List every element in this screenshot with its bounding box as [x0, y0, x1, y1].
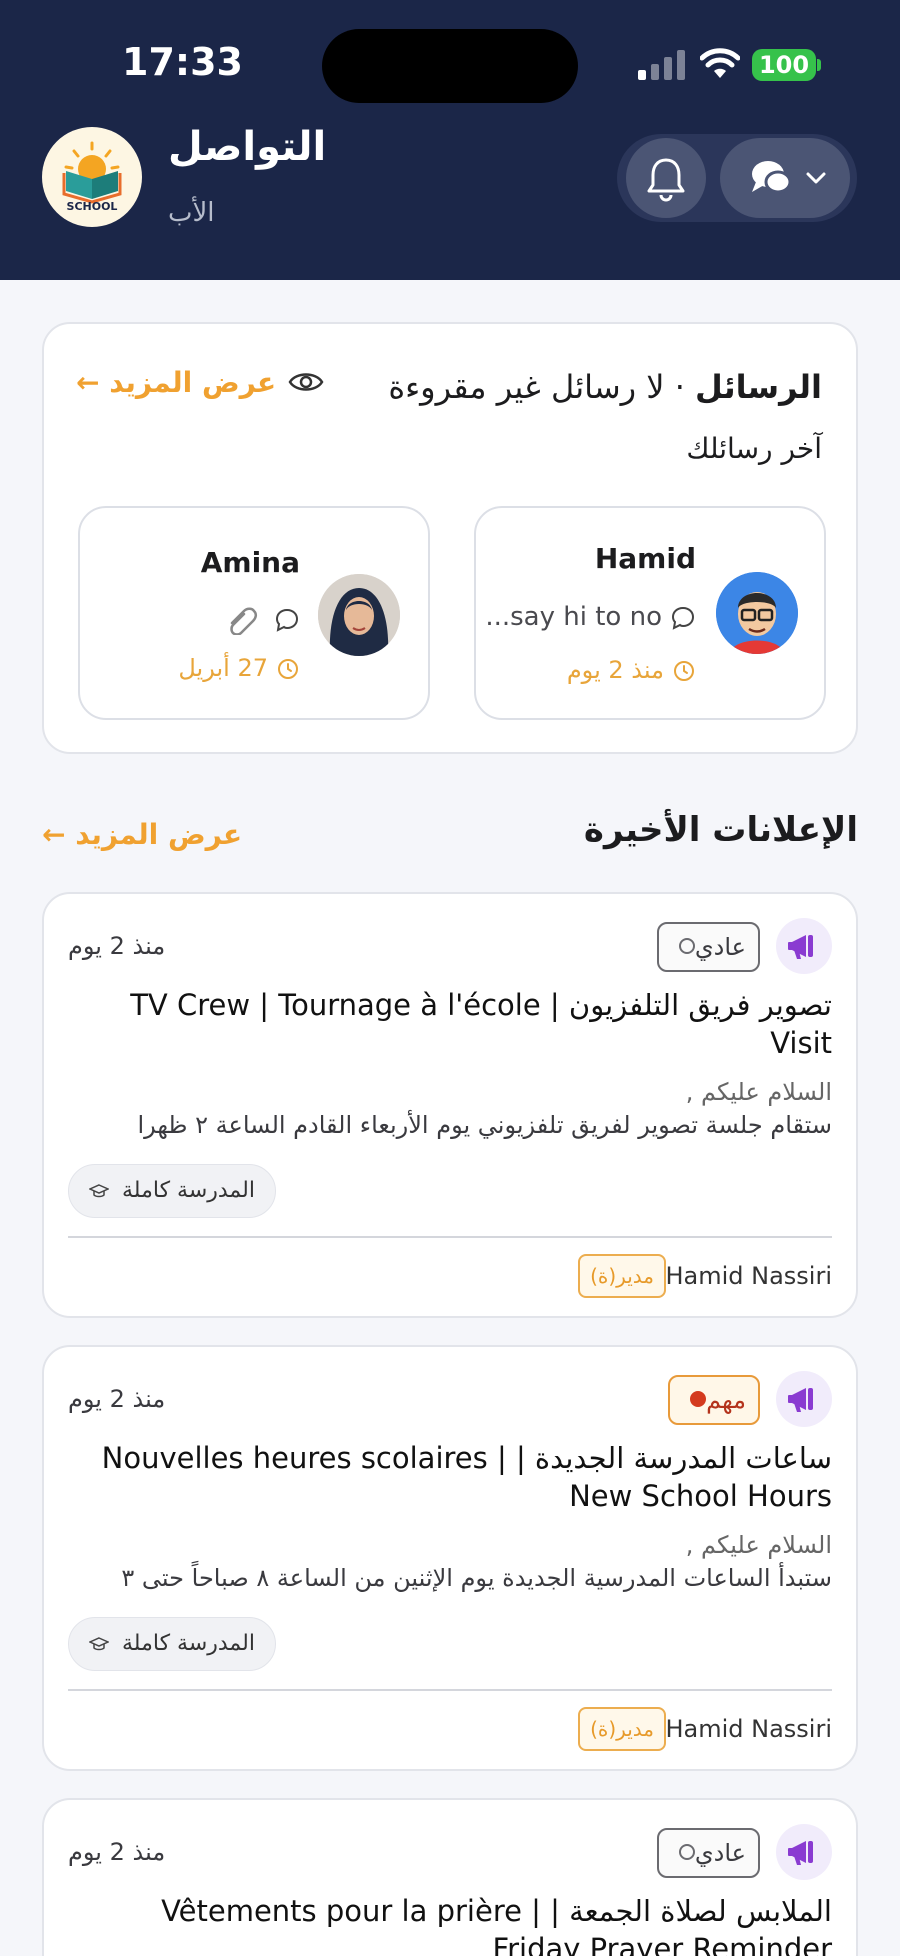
announcement-card[interactable]: عادي منذ 2 يوم الملابس لصلاة الجمعة | | …: [42, 1798, 858, 1956]
audience-tag: المدرسة كاملة: [68, 1617, 276, 1671]
contact-time-row: منذ 2 يوم: [567, 656, 696, 684]
audience-tag: المدرسة كاملة: [68, 1164, 276, 1218]
logo-text: SCHOOL: [66, 200, 118, 213]
contact-preview-row: [226, 604, 300, 636]
see-more-label: عرض المزيد: [109, 366, 277, 399]
hijab-avatar: [318, 574, 400, 656]
contact-time-row: 27 أبريل: [178, 654, 300, 682]
announcement-time: منذ 2 يوم: [68, 1385, 166, 1413]
chat-menu-button[interactable]: [720, 138, 850, 218]
cellular-signal-icon: [638, 50, 685, 80]
announcements-title: الإعلانات الأخيرة: [583, 810, 858, 850]
chat-bubbles-icon: [752, 161, 826, 194]
announcement-title: تصوير فريق التلفزيون | TV Crew | Tournag…: [130, 988, 832, 1060]
message-preview: say hi to no...: [485, 602, 662, 632]
contact-name: Amina: [200, 546, 300, 579]
announcement-greeting: السلام عليكم ,: [685, 1531, 832, 1559]
contact-name: Hamid: [594, 542, 696, 575]
contact-card-amina[interactable]: Amina 27 أبريل: [78, 506, 430, 720]
priority-label: عادي: [694, 1839, 746, 1867]
announcement-body: السلام عليكم , ستقام جلسة تصوير لفريق تل…: [62, 1076, 832, 1142]
announcement-card[interactable]: عادي منذ 2 يوم تصوير فريق التلفزيون | TV…: [42, 892, 858, 1318]
graduation-cap-icon: [88, 1637, 110, 1651]
audience-label: المدرسة كاملة: [122, 1631, 255, 1656]
user-role: الأب: [168, 198, 215, 228]
clock-icon: [674, 661, 694, 681]
arrow-left-icon: ←: [76, 366, 100, 399]
messages-see-more-link[interactable]: عرض المزيد ←: [76, 366, 276, 399]
contact-preview-row: say hi to no...: [485, 602, 696, 632]
alert-icon: [690, 1391, 707, 1407]
avatar: [318, 574, 400, 656]
bell-icon: [647, 158, 685, 202]
priority-badge: عادي: [656, 1828, 760, 1878]
priority-badge: مهم: [668, 1375, 760, 1425]
announcements-see-more-link[interactable]: عرض المزيد ←: [42, 818, 242, 851]
author-name: Hamid Nassiri: [665, 1262, 832, 1290]
divider: [68, 1236, 832, 1238]
priority-label: عادي: [694, 933, 746, 961]
arrow-left-icon: ←: [42, 818, 66, 851]
announcement-text: ستقام جلسة تصوير لفريق تلفزيوني يوم الأر…: [137, 1111, 832, 1139]
audience-label: المدرسة كاملة: [122, 1178, 255, 1203]
app-header: 17:33 100 SCHOOL التواصل الأب: [0, 0, 900, 280]
messages-card: الرسائل · لا رسائل غير مقروءة عرض المزيد…: [42, 322, 858, 754]
minus-circle-icon: [678, 938, 695, 954]
messages-header: الرسائل · لا رسائل غير مقروءة: [388, 368, 822, 406]
dynamic-island: [322, 29, 578, 103]
announcement-greeting: السلام عليكم ,: [685, 1078, 832, 1106]
battery-nub: [817, 59, 821, 71]
announcement-text: ستبدأ الساعات المدرسية الجديدة يوم الإثن…: [121, 1564, 832, 1592]
page-title: التواصل: [168, 124, 327, 170]
priority-label: مهم: [706, 1386, 746, 1414]
announcement-card[interactable]: مهم منذ 2 يوم ساعات المدرسة الجديدة | | …: [42, 1345, 858, 1771]
role-badge: مدير(ة): [578, 1254, 666, 1298]
megaphone-icon: [776, 1371, 832, 1427]
cartoon-avatar: [716, 572, 798, 654]
message-icon: [275, 608, 299, 632]
message-icon: [671, 606, 695, 630]
see-more-label: عرض المزيد: [75, 818, 243, 851]
minus-circle-icon: [678, 1844, 695, 1860]
unread-status: · لا رسائل غير مقروءة: [388, 368, 685, 406]
announcement-time: منذ 2 يوم: [68, 932, 166, 960]
battery-indicator: 100: [752, 49, 816, 81]
role-badge: مدير(ة): [578, 1707, 666, 1751]
announcement-title: الملابس لصلاة الجمعة | | Vêtements pour …: [161, 1894, 832, 1956]
author-name: Hamid Nassiri: [665, 1715, 832, 1743]
announcement-time: منذ 2 يوم: [68, 1838, 166, 1866]
divider: [68, 1689, 832, 1691]
messages-subtitle: آخر رسائلك: [686, 432, 822, 465]
school-logo: SCHOOL: [42, 127, 142, 227]
wifi-icon: [700, 48, 740, 78]
clock-icon: [278, 659, 298, 679]
graduation-cap-icon: [88, 1184, 110, 1198]
messages-title: الرسائل: [695, 368, 822, 406]
status-time: 17:33: [122, 40, 243, 84]
announcement-title: ساعات المدرسة الجديدة | | Nouvelles heur…: [101, 1441, 832, 1513]
message-time: منذ 2 يوم: [566, 656, 664, 684]
eye-icon[interactable]: [288, 364, 324, 400]
message-time: 27 أبريل: [178, 654, 268, 682]
avatar: [716, 572, 798, 654]
announcement-body: السلام عليكم , ستبدأ الساعات المدرسية ال…: [62, 1529, 832, 1595]
notifications-button[interactable]: [626, 138, 706, 218]
megaphone-icon: [776, 918, 832, 974]
paperclip-icon: [229, 607, 257, 636]
megaphone-icon: [776, 1824, 832, 1880]
contact-card-hamid[interactable]: Hamid say hi to no... منذ 2 يوم: [474, 506, 826, 720]
priority-badge: عادي: [656, 922, 760, 972]
